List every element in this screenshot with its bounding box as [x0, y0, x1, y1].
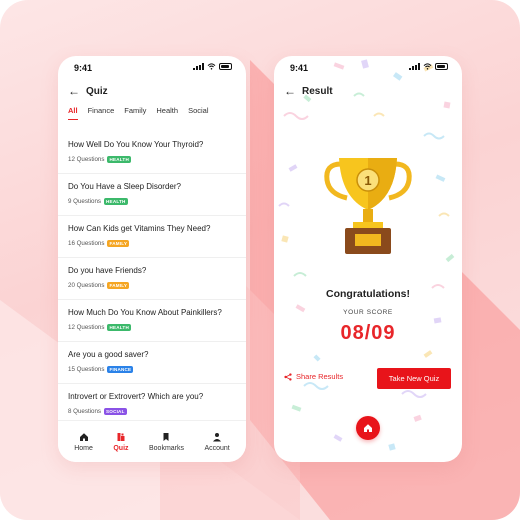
share-results-button[interactable]: Share Results — [284, 372, 343, 381]
battery-icon — [435, 63, 448, 70]
question-count: 8 Questions — [68, 408, 102, 415]
result-screen: 9:41 ← Result 1 Congratulations! YOUR SC… — [274, 56, 462, 462]
quiz-screen: 9:41 ← Quiz All Finance Family Health So… — [58, 56, 246, 462]
tab-all[interactable]: All — [68, 106, 78, 120]
list-item[interactable]: Do You Have a Sleep Disorder? 9 Question… — [58, 174, 246, 216]
quiz-question: How Well Do You Know Your Thyroid? — [68, 140, 204, 149]
quiz-icon — [117, 432, 125, 441]
list-item[interactable]: Do you have Friends? 20 Questions FAMILY — [58, 258, 246, 300]
category-badge: HEALTH — [107, 156, 131, 163]
status-bar: 9:41 — [274, 56, 462, 78]
nav-quiz[interactable]: Quiz — [113, 432, 129, 452]
quiz-question: Introvert or Extrovert? Which are you? — [68, 392, 204, 401]
congrats-heading: Congratulations! — [326, 288, 410, 300]
status-time: 9:41 — [74, 63, 93, 73]
bookmark-icon — [163, 432, 169, 441]
question-count: 12 Questions — [68, 324, 105, 331]
signal-icon — [409, 63, 420, 70]
quiz-question: How Much Do You Know About Painkillers? — [68, 308, 222, 317]
quiz-question: Do you have Friends? — [68, 266, 147, 275]
category-badge: HEALTH — [107, 324, 131, 331]
wifi-icon — [423, 63, 432, 70]
status-time: 9:41 — [290, 63, 309, 73]
nav-label: Quiz — [113, 444, 129, 452]
wifi-icon — [207, 63, 216, 70]
share-icon — [284, 372, 292, 381]
home-button[interactable] — [356, 416, 380, 440]
nav-label: Home — [74, 444, 93, 452]
category-tabs: All Finance Family Health Social — [68, 106, 209, 120]
trophy-rank: 1 — [364, 173, 371, 188]
home-icon — [364, 424, 372, 432]
quiz-question: Do You Have a Sleep Disorder? — [68, 182, 181, 191]
question-count: 16 Questions — [68, 240, 105, 247]
list-item[interactable]: How Well Do You Know Your Thyroid? 12 Qu… — [58, 132, 246, 174]
category-badge: FINANCE — [107, 366, 134, 373]
nav-bookmarks[interactable]: Bookmarks — [149, 432, 184, 452]
category-badge: SOCIAL — [104, 408, 127, 415]
category-badge: HEALTH — [104, 198, 128, 205]
page-title: Result — [302, 85, 333, 97]
status-bar: 9:41 — [58, 56, 246, 78]
tab-health[interactable]: Health — [156, 106, 178, 120]
take-new-quiz-button[interactable]: Take New Quiz — [377, 368, 451, 389]
list-item[interactable]: How Much Do You Know About Painkillers? … — [58, 300, 246, 342]
nav-home[interactable]: Home — [74, 432, 93, 452]
quiz-question: Are you a good saver? — [68, 350, 149, 359]
signal-icon — [193, 63, 204, 70]
page-title: Quiz — [86, 85, 108, 97]
quiz-list: How Well Do You Know Your Thyroid? 12 Qu… — [58, 132, 246, 426]
tab-family[interactable]: Family — [124, 106, 146, 120]
score-value: 08/09 — [340, 322, 396, 344]
question-count: 12 Questions — [68, 156, 105, 163]
question-count: 9 Questions — [68, 198, 102, 205]
list-item[interactable]: Are you a good saver? 15 Questions FINANC… — [58, 342, 246, 384]
category-badge: FAMILY — [107, 240, 130, 247]
tab-social[interactable]: Social — [188, 106, 208, 120]
back-arrow-icon[interactable]: ← — [68, 84, 80, 98]
account-icon — [213, 432, 222, 441]
score-label: YOUR SCORE — [343, 309, 393, 316]
battery-icon — [219, 63, 232, 70]
question-count: 15 Questions — [68, 366, 105, 373]
nav-label: Bookmarks — [148, 444, 184, 452]
list-item[interactable]: How Can Kids get Vitamins They Need? 16 … — [58, 216, 246, 258]
back-arrow-icon[interactable]: ← — [284, 84, 296, 98]
quiz-question: How Can Kids get Vitamins They Need? — [68, 224, 211, 233]
bottom-nav: Home Quiz Bookmarks Account — [58, 420, 246, 462]
tab-finance[interactable]: Finance — [88, 106, 115, 120]
share-label: Share Results — [296, 372, 344, 381]
confetti-decoration — [278, 59, 455, 451]
nav-account[interactable]: Account — [204, 432, 230, 452]
question-count: 20 Questions — [68, 282, 105, 289]
home-icon — [79, 432, 88, 441]
nav-label: Account — [204, 444, 230, 452]
category-badge: FAMILY — [107, 282, 130, 289]
trophy-icon: 1 — [324, 158, 412, 254]
